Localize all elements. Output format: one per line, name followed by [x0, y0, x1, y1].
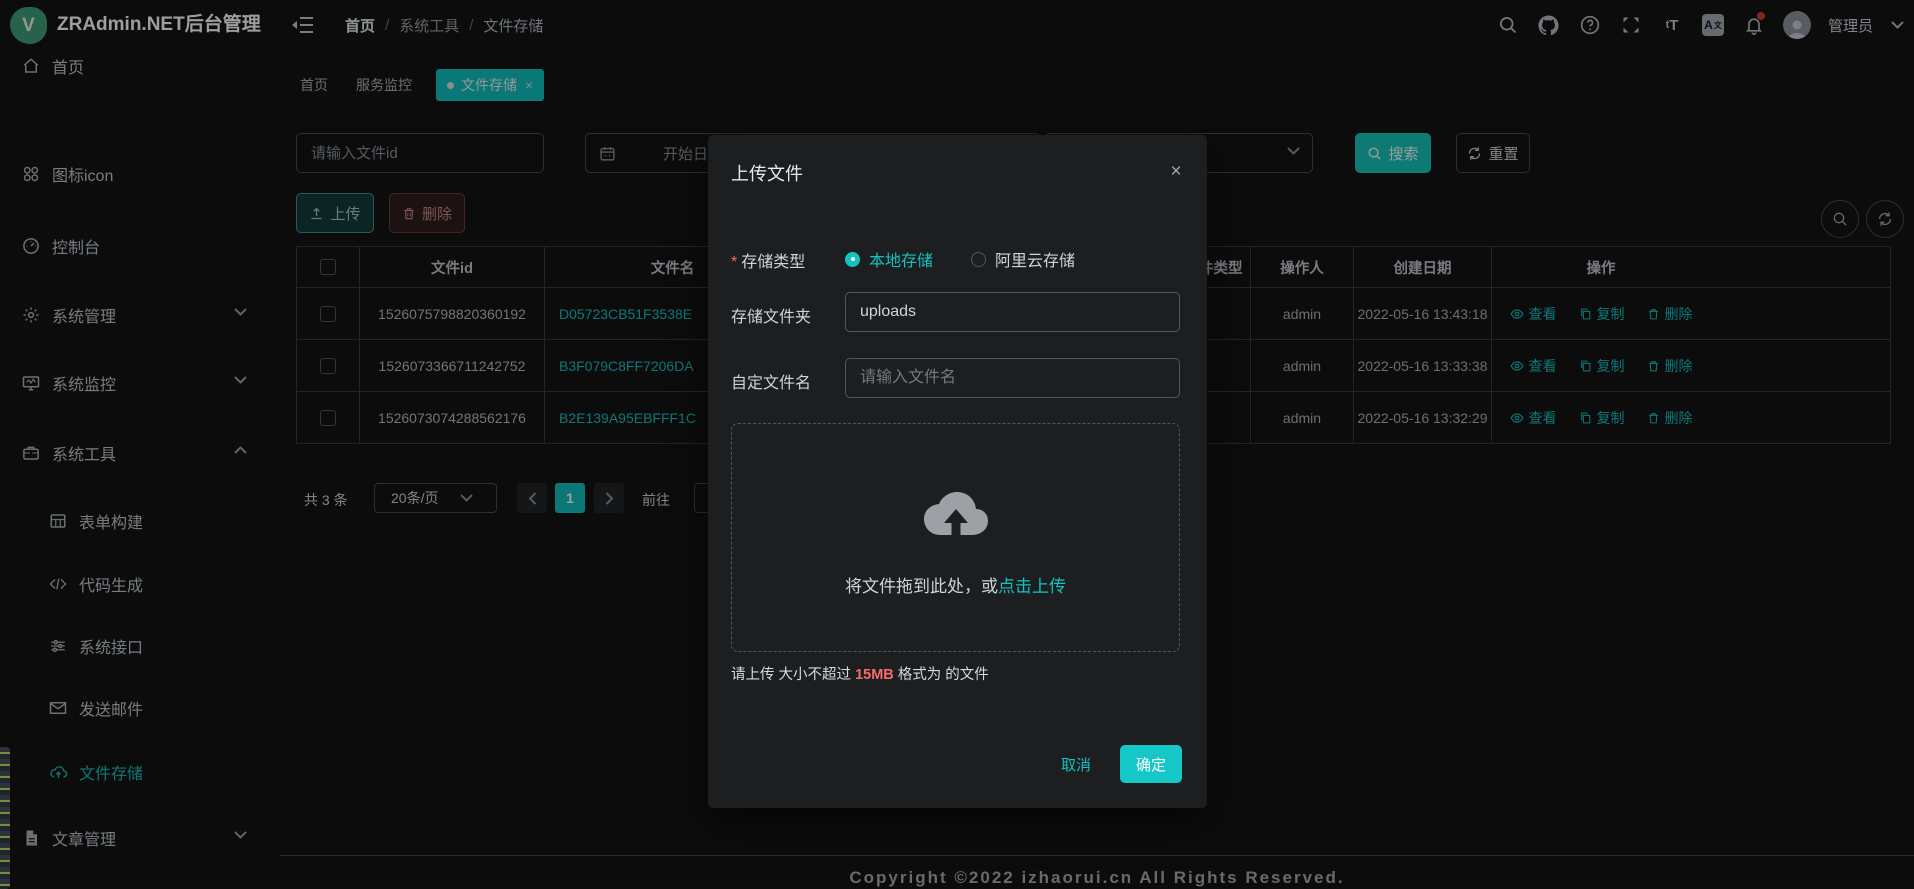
upload-dropzone[interactable]: 将文件拖到此处，或点击上传: [731, 423, 1180, 652]
dropzone-text-plain: 将文件拖到此处，或: [845, 577, 998, 596]
filename-label: 自定文件名: [731, 369, 837, 393]
radio-aliyun-storage[interactable]: 阿里云存储: [971, 247, 1075, 271]
dropzone-text: 将文件拖到此处，或点击上传: [732, 572, 1179, 597]
click-upload-link[interactable]: 点击上传: [998, 577, 1066, 596]
filename-input-field[interactable]: [846, 359, 1179, 397]
storage-type-label: *存储类型: [731, 248, 837, 272]
radio-local-storage[interactable]: 本地存储: [845, 247, 933, 271]
upload-cloud-icon: [923, 487, 989, 543]
tip-size-limit: 15MB: [855, 667, 894, 683]
app-root: V ZRAdmin.NET后台管理 首页 / 系统工具 / 文件存储: [0, 0, 1914, 889]
tip-prefix: 请上传 大小不超过: [731, 667, 855, 683]
required-mark: *: [731, 254, 737, 271]
radio-unselected-icon: [971, 252, 986, 267]
filename-input[interactable]: [845, 358, 1180, 398]
confirm-button[interactable]: 确定: [1120, 745, 1182, 783]
close-icon[interactable]: ×: [1167, 163, 1185, 181]
storage-type-label-text: 存储类型: [741, 254, 805, 271]
folder-label: 存储文件夹: [731, 303, 837, 327]
cancel-button[interactable]: 取消: [1046, 745, 1106, 783]
radio-label: 阿里云存储: [995, 247, 1075, 271]
radio-selected-icon: [845, 252, 860, 267]
radio-label: 本地存储: [869, 247, 933, 271]
upload-tip: 请上传 大小不超过 15MB 格式为 的文件: [731, 663, 989, 684]
folder-input[interactable]: [845, 292, 1180, 332]
storage-type-radio-group: 本地存储 阿里云存储: [845, 247, 1075, 271]
folder-input-field[interactable]: [846, 293, 1179, 331]
dialog-title: 上传文件: [731, 160, 803, 186]
tip-suffix: 格式为 的文件: [894, 667, 989, 683]
upload-dialog: 上传文件 × *存储类型 本地存储 阿里云存储 存储文件夹 自定文件名: [708, 135, 1207, 808]
